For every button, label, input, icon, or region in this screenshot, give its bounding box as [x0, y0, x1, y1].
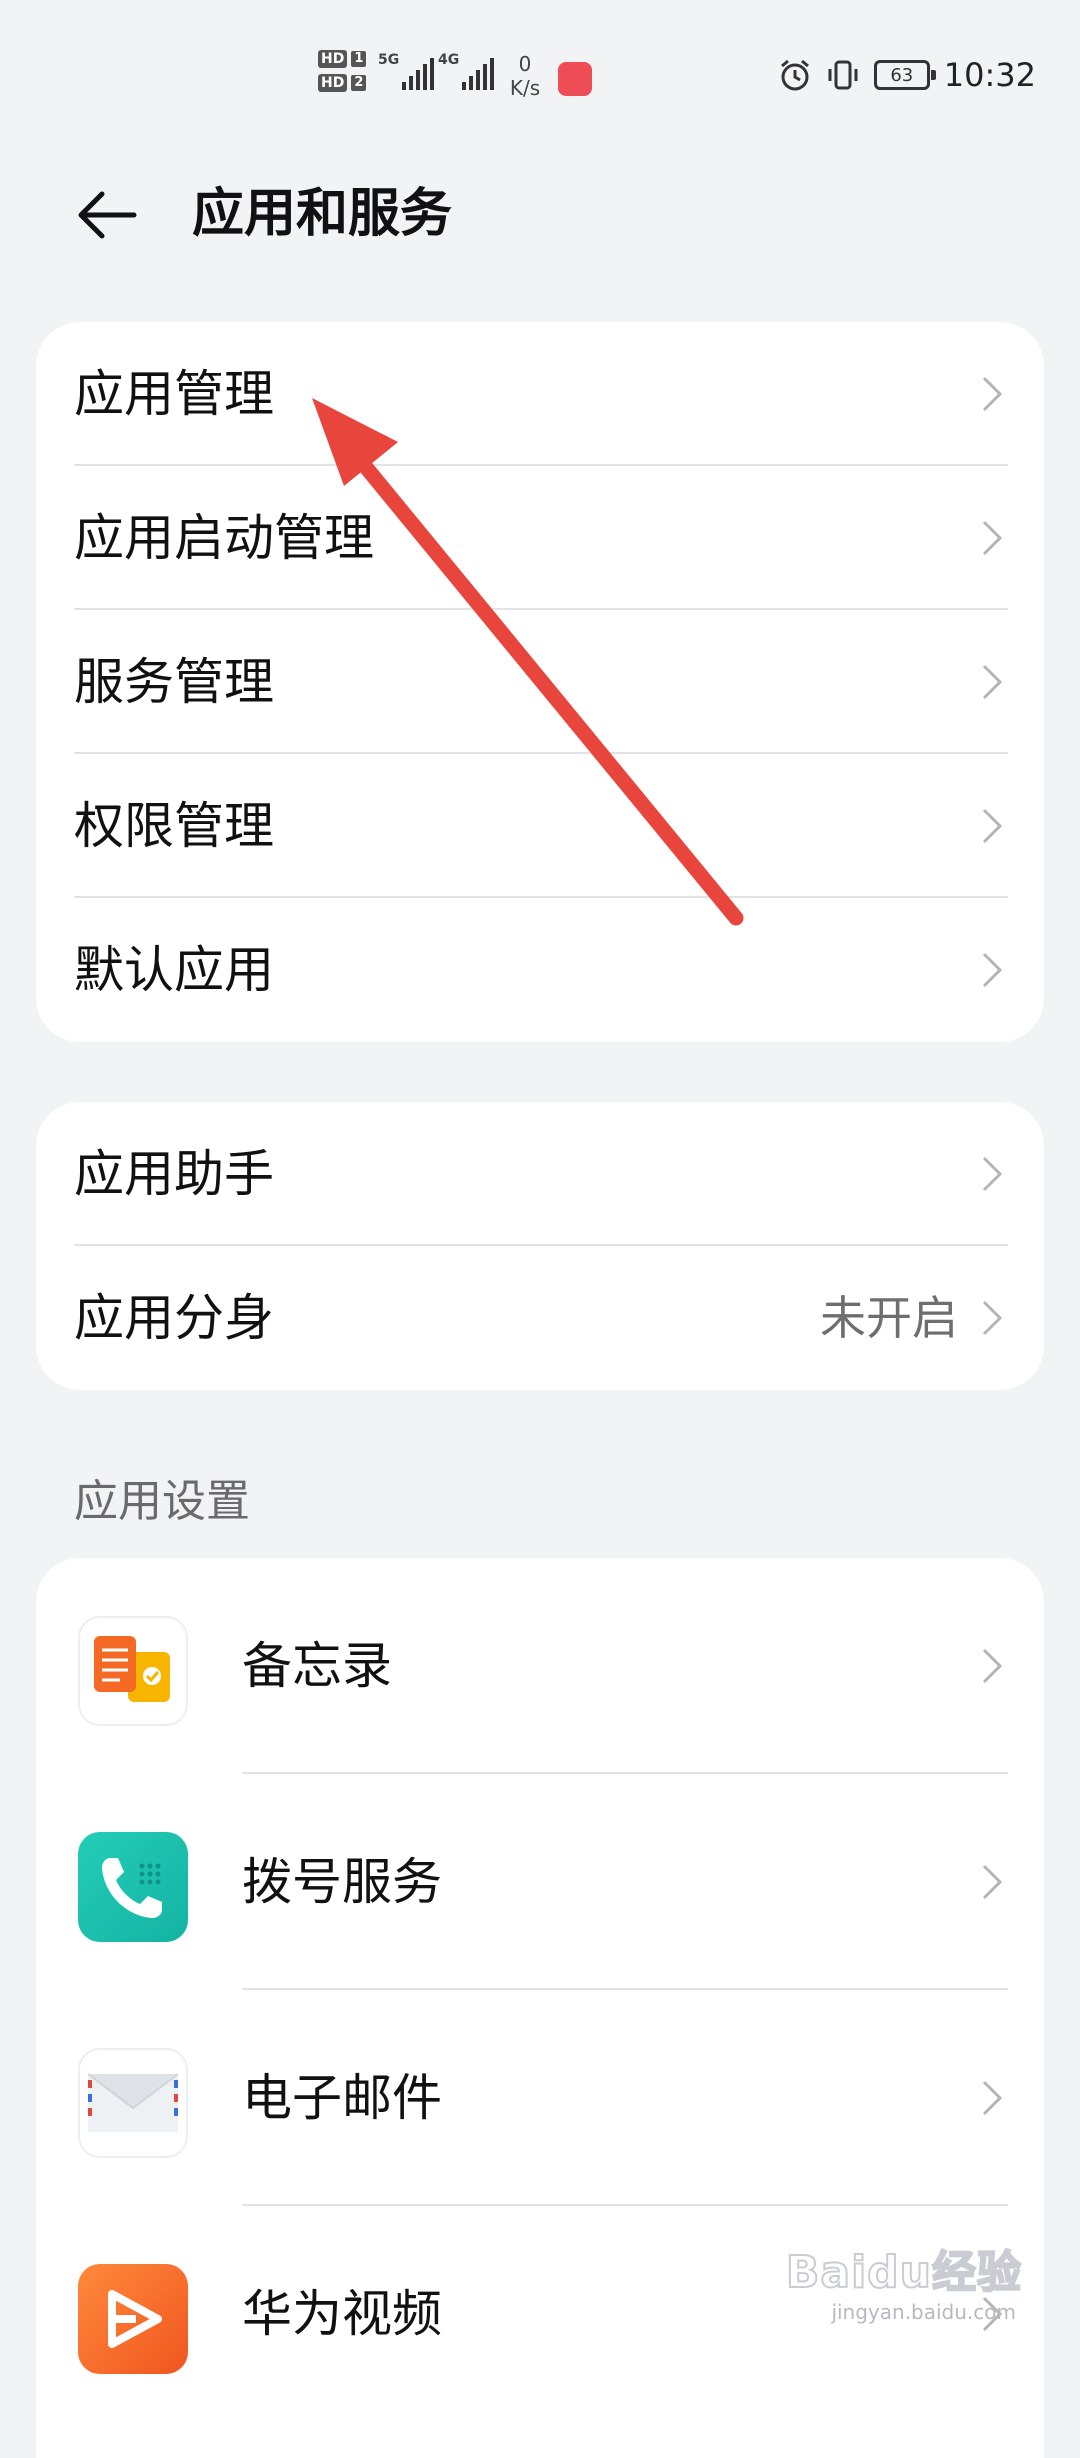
phone-icon [78, 1832, 188, 1942]
app-assistant-card: 应用助手 应用分身 未开启 [36, 1102, 1044, 1390]
baidu-watermark: Baidu经验 [785, 2246, 1022, 2299]
signal-bars-icon [462, 58, 495, 90]
app-item-label: 备忘录 [242, 1637, 392, 1695]
sim2-indicator: HD 2 [318, 74, 367, 92]
battery-icon: 63 [873, 60, 936, 90]
battery-level: 63 [890, 64, 914, 86]
hd-badge: HD [318, 74, 348, 92]
signal-5g: 5G [378, 52, 435, 90]
menu-item-label: 应用管理 [74, 365, 274, 423]
chevron-right-icon [982, 952, 1003, 988]
menu-item-app-twin[interactable]: 应用分身 未开启 [36, 1246, 1044, 1390]
network-speed: 0 K/s [505, 52, 545, 100]
sim-number: 2 [351, 75, 367, 91]
chevron-right-icon [982, 520, 1003, 556]
alarm-icon [780, 59, 809, 91]
network-type-label: 4G [438, 52, 460, 68]
menu-item-label: 应用启动管理 [74, 509, 374, 567]
chevron-right-icon [982, 808, 1003, 844]
menu-item-app-assistant[interactable]: 应用助手 [36, 1102, 1044, 1246]
app-item-label: 华为视频 [242, 2285, 442, 2343]
app-item-label: 拨号服务 [242, 1853, 442, 1911]
menu-item-label: 权限管理 [74, 797, 274, 855]
menu-item-permission-management[interactable]: 权限管理 [36, 754, 1044, 898]
clock: 10:32 [943, 56, 1036, 94]
signal-4g: 4G [438, 52, 495, 90]
chevron-right-icon [982, 1300, 1003, 1336]
status-right: 63 10:32 [778, 56, 1036, 94]
page-title: 应用和服务 [192, 184, 453, 244]
menu-item-label: 服务管理 [74, 653, 274, 711]
app-twin-status: 未开启 [820, 1291, 958, 1345]
app-item-email[interactable]: 电子邮件 [36, 1990, 1044, 2206]
app-item-notepad[interactable]: 备忘录 [36, 1558, 1044, 1774]
menu-item-service-management[interactable]: 服务管理 [36, 610, 1044, 754]
menu-item-default-apps[interactable]: 默认应用 [36, 898, 1044, 1042]
speed-value: 0 [518, 52, 532, 76]
chevron-right-icon [982, 376, 1003, 412]
chevron-right-icon [982, 1648, 1003, 1684]
vibrate-icon [828, 60, 858, 90]
app-item-dialer-service[interactable]: 拨号服务 [36, 1774, 1044, 1990]
menu-item-app-launch-management[interactable]: 应用启动管理 [36, 466, 1044, 610]
menu-item-app-management[interactable]: 应用管理 [36, 322, 1044, 466]
sim-number: 1 [351, 51, 367, 67]
status-bar: HD 1 HD 2 5G 4G 0 K/s 63 10:32 [0, 0, 1080, 150]
app-management-card: 应用管理 应用启动管理 服务管理 权限管理 默认应用 [36, 322, 1044, 1042]
back-arrow-icon[interactable] [72, 180, 142, 250]
chevron-right-icon [982, 1156, 1003, 1192]
chevron-right-icon [982, 664, 1003, 700]
video-icon [78, 2264, 188, 2374]
signal-bars-icon [402, 58, 435, 90]
sim1-indicator: HD 1 [318, 50, 367, 68]
network-type-label: 5G [378, 52, 400, 68]
app-item-label: 电子邮件 [242, 2069, 442, 2127]
section-header-app-settings: 应用设置 [74, 1476, 250, 1527]
notepad-icon [78, 1616, 188, 1726]
menu-item-label: 应用助手 [74, 1145, 274, 1203]
baidu-watermark-url: jingyan.baidu.com [831, 2300, 1016, 2324]
menu-item-label: 默认应用 [74, 941, 274, 999]
huawei-store-notification-icon [558, 62, 592, 96]
sim-indicators: HD 1 HD 2 [318, 50, 367, 92]
hd-badge: HD [318, 50, 348, 68]
chevron-right-icon [982, 2080, 1003, 2116]
speed-unit: K/s [509, 76, 541, 100]
menu-item-label: 应用分身 [74, 1289, 274, 1347]
email-icon [78, 2048, 188, 2158]
chevron-right-icon [982, 1864, 1003, 1900]
